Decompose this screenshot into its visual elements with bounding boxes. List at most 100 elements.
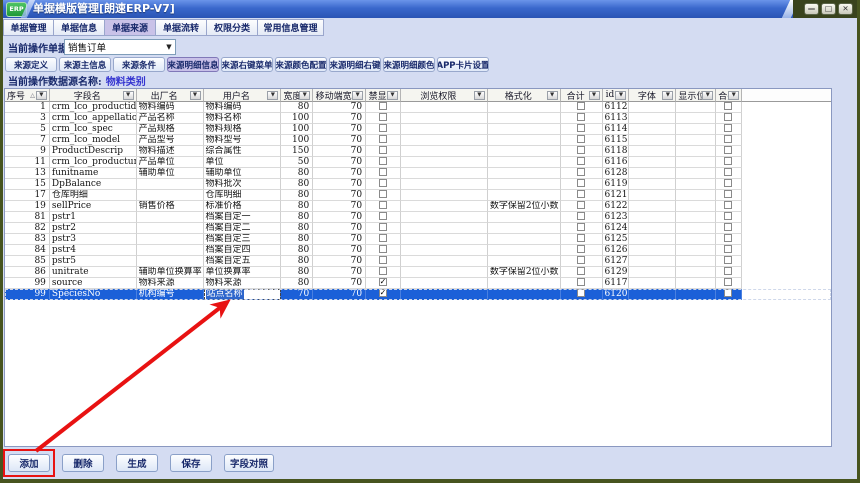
checkbox-unchecked[interactable]: [379, 190, 387, 198]
cell-width[interactable]: 80: [281, 278, 313, 289]
cell-field[interactable]: source: [50, 278, 137, 289]
cell-mwidth[interactable]: 70: [313, 135, 366, 146]
cell-id[interactable]: 6112: [603, 102, 630, 113]
cell-merge[interactable]: [716, 179, 742, 190]
checkbox-unchecked[interactable]: [379, 201, 387, 209]
cell-field[interactable]: unitrate: [50, 267, 137, 278]
cell-factory[interactable]: [137, 190, 204, 201]
cell-width[interactable]: 150: [281, 146, 313, 157]
checkbox-unchecked[interactable]: [724, 113, 732, 121]
cell-seq[interactable]: 84: [5, 245, 50, 256]
save-button[interactable]: 保存: [170, 454, 212, 472]
checkbox-unchecked[interactable]: [577, 102, 585, 110]
cell-seq[interactable]: 99: [5, 289, 50, 300]
checkbox-checked[interactable]: ✓: [379, 278, 387, 286]
cell-field[interactable]: crm_lco_spec: [50, 124, 137, 135]
column-header-width[interactable]: 宽度▼: [281, 89, 313, 102]
cell-user[interactable]: 档案自定三: [204, 234, 282, 245]
cell-hide[interactable]: [366, 179, 401, 190]
cell-factory[interactable]: 辅助单位: [137, 168, 204, 179]
cell-field[interactable]: crm_lco_productid: [50, 102, 137, 113]
cell-merge[interactable]: [716, 124, 742, 135]
tab-bill-manage[interactable]: 单据管理: [3, 19, 54, 36]
checkbox-unchecked[interactable]: [577, 289, 585, 297]
cell-sum[interactable]: [561, 245, 603, 256]
cell-hide[interactable]: [366, 267, 401, 278]
btn-source-detail-right-menu[interactable]: 来源明细右键: [329, 57, 381, 72]
cell-format[interactable]: [488, 212, 561, 223]
checkbox-unchecked[interactable]: [724, 212, 732, 220]
cell-id[interactable]: 6115: [603, 135, 630, 146]
checkbox-unchecked[interactable]: [577, 113, 585, 121]
cell-field[interactable]: DpBalance: [50, 179, 137, 190]
filter-icon[interactable]: ▼: [547, 91, 558, 100]
cell-field[interactable]: ProductDescrip: [50, 146, 137, 157]
cell-sum[interactable]: [561, 146, 603, 157]
checkbox-unchecked[interactable]: [724, 267, 732, 275]
checkbox-unchecked[interactable]: [577, 135, 585, 143]
cell-perm[interactable]: [401, 113, 488, 124]
btn-source-condition[interactable]: 来源条件: [113, 57, 165, 72]
tab-bill-source[interactable]: 单据来源: [105, 19, 156, 36]
cell-merge[interactable]: [716, 267, 742, 278]
cell-merge[interactable]: [716, 223, 742, 234]
cell-width[interactable]: 50: [281, 157, 313, 168]
cell-width[interactable]: 80: [281, 201, 313, 212]
cell-merge[interactable]: [716, 278, 742, 289]
cell-mwidth[interactable]: 70: [313, 212, 366, 223]
cell-font[interactable]: [629, 234, 676, 245]
cell-merge[interactable]: [716, 102, 742, 113]
cell-user[interactable]: 档案自定五: [204, 256, 282, 267]
cell-id[interactable]: 6119: [603, 179, 630, 190]
checkbox-unchecked[interactable]: [577, 212, 585, 220]
btn-source-right-menu[interactable]: 来源右键菜单: [221, 57, 273, 72]
cell-user[interactable]: 单位换算率: [204, 267, 282, 278]
cell-mwidth[interactable]: 70: [313, 256, 366, 267]
tab-bill-info[interactable]: 单据信息: [54, 19, 105, 36]
cell-user[interactable]: 单位: [204, 157, 282, 168]
cell-field[interactable]: SpeciesNo: [50, 289, 137, 300]
cell-format[interactable]: [488, 168, 561, 179]
cell-field[interactable]: pstr1: [50, 212, 137, 223]
table-row[interactable]: 99SpeciesNo机构编号站点名称7070✓6120: [5, 289, 831, 300]
filter-icon[interactable]: ▼: [662, 91, 673, 100]
cell-factory[interactable]: 销售价格: [137, 201, 204, 212]
cell-id[interactable]: 6124: [603, 223, 630, 234]
cell-format[interactable]: [488, 223, 561, 234]
filter-icon[interactable]: ▼: [190, 91, 201, 100]
field-mapping-button[interactable]: 字段对照: [224, 454, 274, 472]
cell-id[interactable]: 6127: [603, 256, 630, 267]
cell-sum[interactable]: [561, 113, 603, 124]
cell-factory[interactable]: 产品规格: [137, 124, 204, 135]
cell-format[interactable]: [488, 102, 561, 113]
cell-merge[interactable]: [716, 234, 742, 245]
table-row[interactable]: 17仓库明细仓库明细80706121: [5, 190, 831, 201]
cell-id[interactable]: 6113: [603, 113, 630, 124]
checkbox-unchecked[interactable]: [379, 124, 387, 132]
cell-user[interactable]: 物料来源: [204, 278, 282, 289]
btn-source-define[interactable]: 来源定义: [5, 57, 57, 72]
column-header-perm[interactable]: 浏览权限▼: [401, 89, 488, 102]
cell-seq[interactable]: 81: [5, 212, 50, 223]
cell-sum[interactable]: [561, 223, 603, 234]
cell-pos[interactable]: [676, 146, 716, 157]
cell-pos[interactable]: [676, 124, 716, 135]
cell-pos[interactable]: [676, 113, 716, 124]
cell-factory[interactable]: 辅助单位换算率: [137, 267, 204, 278]
cell-mwidth[interactable]: 70: [313, 124, 366, 135]
cell-pos[interactable]: [676, 135, 716, 146]
cell-pos[interactable]: [676, 289, 716, 300]
cell-id[interactable]: 6125: [603, 234, 630, 245]
cell-sum[interactable]: [561, 267, 603, 278]
cell-width[interactable]: 80: [281, 267, 313, 278]
cell-sum[interactable]: [561, 157, 603, 168]
cell-factory[interactable]: 机构编号: [137, 289, 204, 300]
cell-pos[interactable]: [676, 223, 716, 234]
cell-perm[interactable]: [401, 146, 488, 157]
cell-user[interactable]: 辅助单位: [204, 168, 282, 179]
cell-width[interactable]: 100: [281, 113, 313, 124]
table-row[interactable]: 13funitname辅助单位辅助单位80706128: [5, 168, 831, 179]
cell-perm[interactable]: [401, 223, 488, 234]
cell-font[interactable]: [629, 168, 676, 179]
cell-seq[interactable]: 99: [5, 278, 50, 289]
